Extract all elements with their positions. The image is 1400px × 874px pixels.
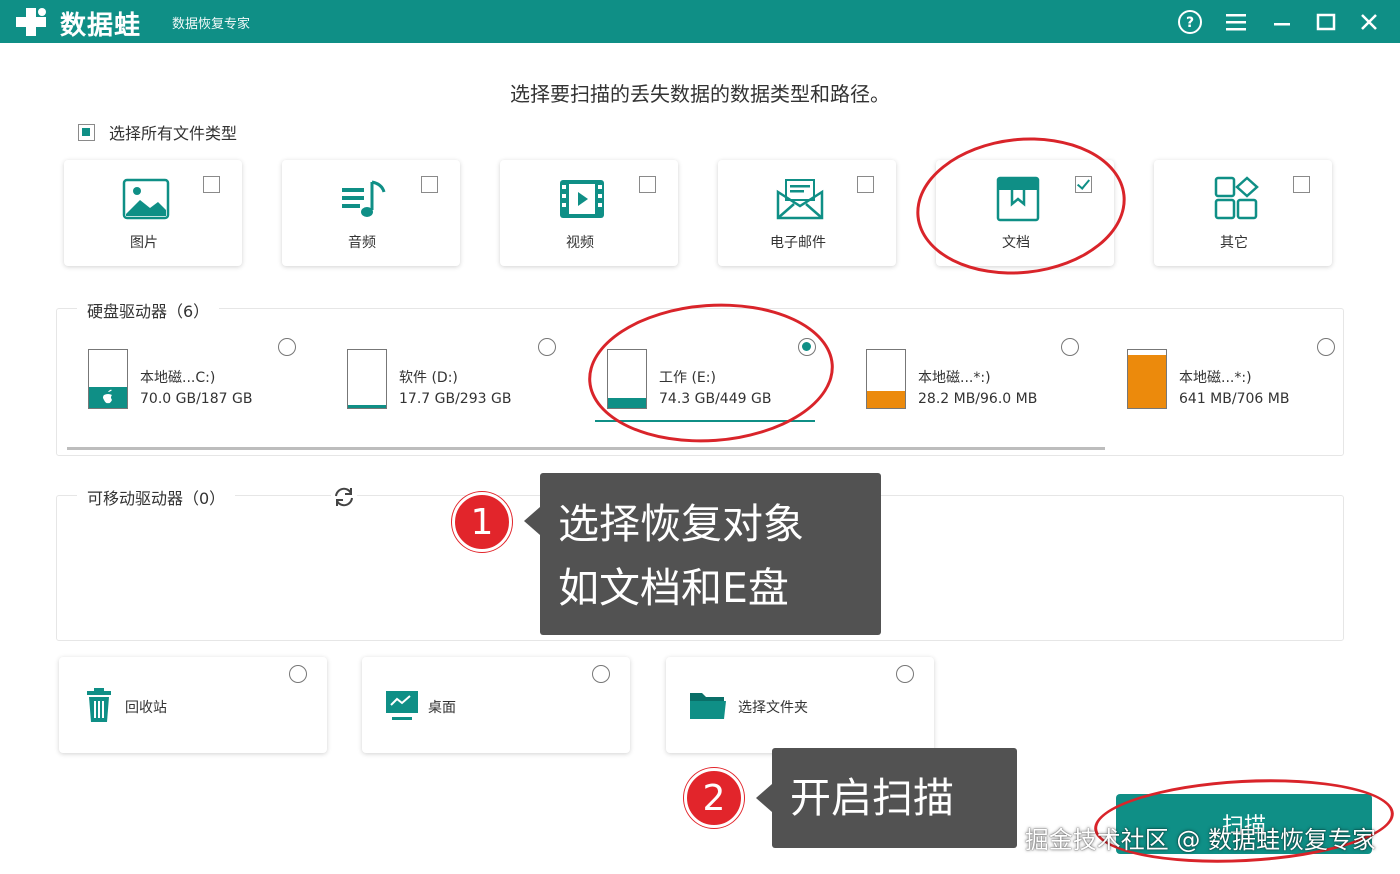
drive-size: 28.2 MB/96.0 MB bbox=[918, 391, 1038, 407]
drive-local-2[interactable]: 本地磁...*:) 641 MB/706 MB bbox=[1127, 349, 1357, 413]
type-checkbox-document[interactable] bbox=[1075, 176, 1092, 193]
drive-d-radio[interactable] bbox=[538, 338, 556, 356]
drive-e[interactable]: 工作 (E:) 74.3 GB/449 GB bbox=[607, 349, 837, 413]
type-card-video[interactable]: 视频 bbox=[500, 160, 678, 266]
recycle-bin-icon bbox=[87, 688, 111, 722]
type-card-email[interactable]: 电子邮件 bbox=[718, 160, 896, 266]
location-radio[interactable] bbox=[896, 665, 914, 683]
title-bar: 数据蛙 数据恢复专家 ? bbox=[0, 0, 1400, 43]
page-heading: 选择要扫描的丢失数据的数据类型和路径。 bbox=[510, 82, 890, 106]
select-all-label: 选择所有文件类型 bbox=[109, 124, 238, 143]
other-icon bbox=[1214, 176, 1259, 220]
help-button[interactable]: ? bbox=[1174, 6, 1206, 38]
drive-c-radio[interactable] bbox=[278, 338, 296, 356]
drive-name: 软件 (D:) bbox=[399, 370, 458, 386]
type-checkbox-email[interactable] bbox=[857, 176, 874, 193]
drive-icon bbox=[607, 349, 647, 409]
drive-size: 74.3 GB/449 GB bbox=[659, 391, 772, 407]
step-badge-1: 1 bbox=[452, 492, 512, 552]
drive-name: 本地磁...*:) bbox=[918, 370, 991, 386]
minimize-button[interactable] bbox=[1266, 6, 1298, 38]
type-label-audio: 音频 bbox=[348, 235, 376, 251]
maximize-button[interactable] bbox=[1310, 6, 1342, 38]
type-label-image: 图片 bbox=[130, 235, 158, 251]
type-label-other: 其它 bbox=[1220, 235, 1248, 251]
type-card-image[interactable]: 图片 bbox=[64, 160, 242, 266]
location-label: 回收站 bbox=[125, 700, 167, 716]
location-label: 选择文件夹 bbox=[738, 700, 808, 716]
watermark: 掘金技术社区 @ 数据蛙恢复专家 bbox=[1024, 826, 1376, 854]
callout-step-2: 开启扫描 bbox=[756, 748, 1017, 848]
type-card-other[interactable]: 其它 bbox=[1154, 160, 1332, 266]
type-card-document[interactable]: 文档 bbox=[936, 160, 1114, 266]
selected-underline bbox=[595, 420, 815, 422]
horizontal-scrollbar[interactable] bbox=[67, 447, 1105, 450]
drive-local-2-radio[interactable] bbox=[1317, 338, 1335, 356]
location-select-folder[interactable]: 选择文件夹 bbox=[666, 657, 934, 753]
type-label-document: 文档 bbox=[1002, 235, 1030, 251]
drive-local-1-radio[interactable] bbox=[1061, 338, 1079, 356]
type-label-video: 视频 bbox=[566, 235, 594, 251]
location-radio[interactable] bbox=[592, 665, 610, 683]
drive-name: 工作 (E:) bbox=[659, 370, 716, 386]
drive-name: 本地磁...C:) bbox=[140, 370, 216, 386]
type-label-email: 电子邮件 bbox=[770, 235, 826, 251]
callout-1-line-1: 选择恢复对象 bbox=[558, 500, 804, 548]
location-label: 桌面 bbox=[428, 700, 456, 716]
callout-step-1: 选择恢复对象 如文档和E盘 bbox=[524, 473, 881, 635]
close-button[interactable] bbox=[1353, 6, 1385, 38]
app-subtitle: 数据恢复专家 bbox=[172, 17, 251, 32]
minimize-icon bbox=[1274, 23, 1290, 26]
callout-pointer bbox=[524, 507, 540, 535]
step-badge-2: 2 bbox=[684, 768, 744, 828]
hard-drives-panel: 硬盘驱动器（6） 本地磁...C:) 70.0 GB/187 GB 软件 (D:… bbox=[56, 298, 1344, 456]
drive-c[interactable]: 本地磁...C:) 70.0 GB/187 GB bbox=[88, 349, 318, 413]
hard-drives-title: 硬盘驱动器（6） bbox=[77, 298, 220, 322]
callout-1-line-2: 如文档和E盘 bbox=[558, 564, 789, 612]
windows-logo-icon bbox=[103, 389, 112, 404]
menu-button[interactable] bbox=[1220, 6, 1252, 38]
drive-d[interactable]: 软件 (D:) 17.7 GB/293 GB bbox=[347, 349, 577, 413]
audio-icon bbox=[342, 180, 386, 217]
type-checkbox-image[interactable] bbox=[203, 176, 220, 193]
svg-text:?: ? bbox=[1186, 15, 1194, 31]
email-icon bbox=[776, 179, 824, 220]
drive-size: 641 MB/706 MB bbox=[1179, 391, 1290, 407]
callout-2-text: 开启扫描 bbox=[790, 774, 954, 822]
select-all-checkbox[interactable] bbox=[78, 123, 95, 141]
type-checkbox-video[interactable] bbox=[639, 176, 656, 193]
callout-pointer bbox=[756, 784, 772, 812]
type-checkbox-audio[interactable] bbox=[421, 176, 438, 193]
app-brand: 数据蛙 bbox=[60, 11, 142, 41]
folder-icon bbox=[690, 693, 726, 719]
drive-local-1[interactable]: 本地磁...*:) 28.2 MB/96.0 MB bbox=[866, 349, 1096, 413]
drive-name: 本地磁...*:) bbox=[1179, 370, 1252, 386]
logo-icon bbox=[16, 8, 46, 36]
desktop-icon bbox=[386, 691, 418, 720]
removable-drives-title: 可移动驱动器（0） bbox=[77, 485, 236, 509]
drive-icon bbox=[347, 349, 387, 409]
location-recycle-bin[interactable]: 回收站 bbox=[59, 657, 327, 753]
drive-icon bbox=[88, 349, 128, 409]
drive-size: 70.0 GB/187 GB bbox=[140, 391, 253, 407]
location-radio[interactable] bbox=[289, 665, 307, 683]
close-icon bbox=[1361, 14, 1377, 30]
menu-icon bbox=[1226, 14, 1246, 31]
document-icon bbox=[996, 176, 1040, 222]
drive-icon bbox=[1127, 349, 1167, 409]
location-desktop[interactable]: 桌面 bbox=[362, 657, 630, 753]
refresh-icon[interactable] bbox=[331, 484, 357, 510]
help-icon: ? bbox=[1178, 10, 1202, 34]
select-all-types[interactable]: 选择所有文件类型 bbox=[78, 120, 237, 144]
type-checkbox-other[interactable] bbox=[1293, 176, 1310, 193]
drive-size: 17.7 GB/293 GB bbox=[399, 391, 512, 407]
maximize-icon bbox=[1316, 13, 1336, 31]
drive-e-radio[interactable] bbox=[798, 338, 816, 356]
video-icon bbox=[560, 180, 604, 218]
type-card-audio[interactable]: 音频 bbox=[282, 160, 460, 266]
image-icon bbox=[122, 178, 170, 220]
drive-icon bbox=[866, 349, 906, 409]
